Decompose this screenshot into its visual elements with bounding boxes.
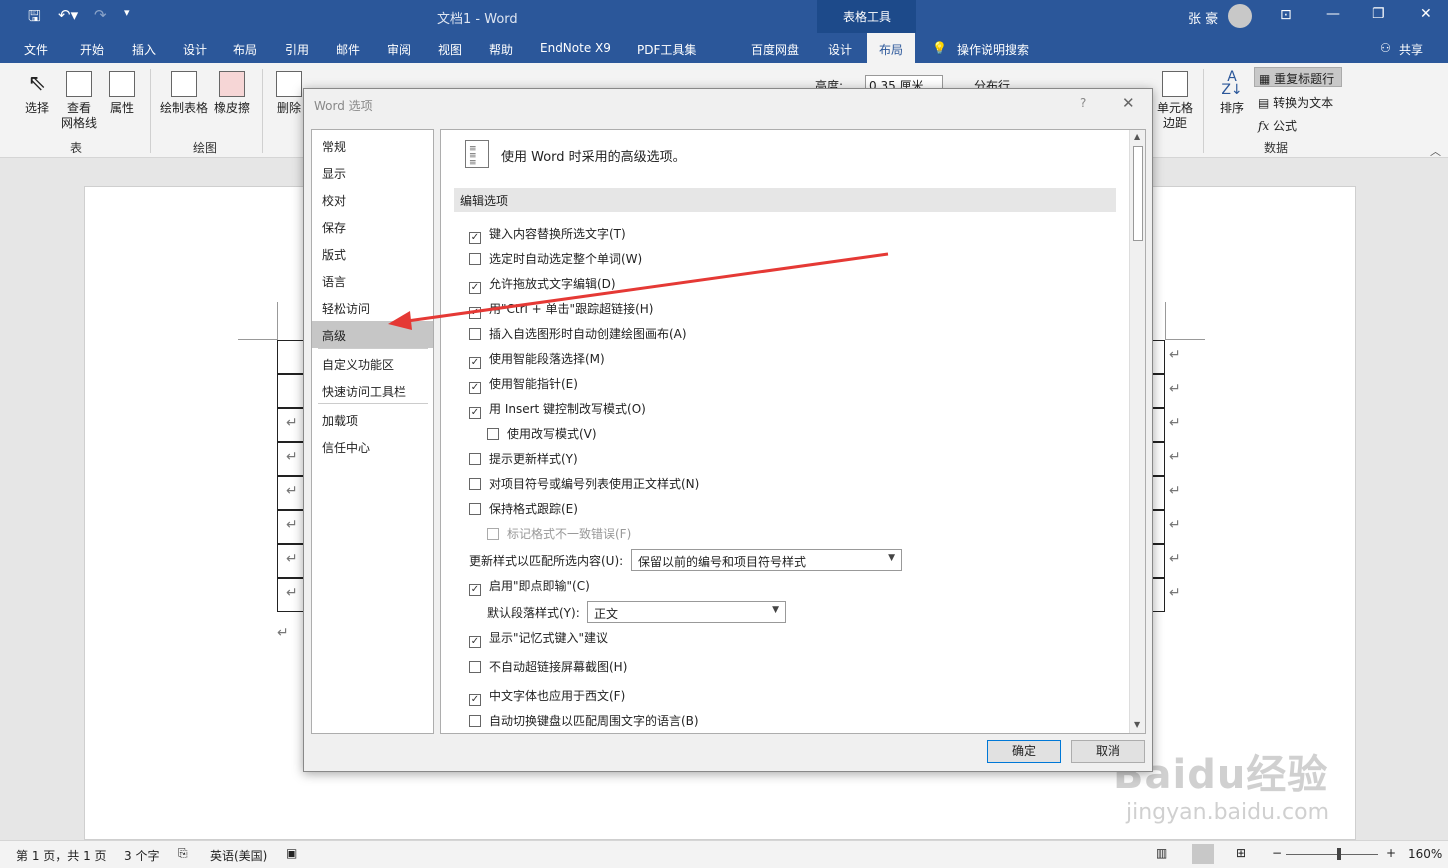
- annotation-arrow: [388, 252, 889, 330]
- arrow-shaft: [399, 252, 889, 324]
- arrow-head: [388, 311, 412, 330]
